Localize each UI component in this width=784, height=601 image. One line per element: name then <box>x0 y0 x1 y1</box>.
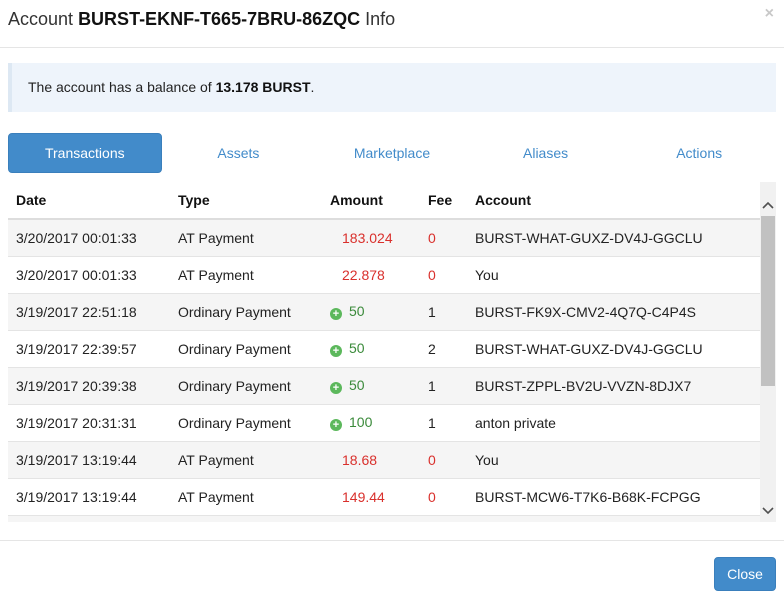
balance-amount: 13.178 BURST <box>215 79 311 95</box>
cell-fee: 1 <box>420 403 467 441</box>
tab-actions[interactable]: Actions <box>622 133 776 173</box>
cell-date: 3/19/2017 13:19:44 <box>8 440 170 478</box>
balance-text-prefix: The account has a balance of <box>28 79 212 95</box>
plus-circle-icon: + <box>330 345 342 357</box>
chevron-up-icon[interactable] <box>760 198 776 214</box>
title-suffix: Info <box>365 9 396 29</box>
tab-bar: Transactions Assets Marketplace Aliases … <box>8 133 776 173</box>
cell-amount: 18.68 <box>322 440 420 478</box>
cell-date: 3/19/2017 20:39:38 <box>8 366 170 404</box>
modal-header: Account BURST-EKNF-T665-7BRU-86ZQC Info … <box>0 0 784 48</box>
amount-value: 183.024 <box>342 229 393 246</box>
cell-amount: +50 <box>322 514 420 522</box>
cell-account: BURST-WHAT-GUXZ-DV4J-GGCLU <box>467 329 760 367</box>
cell-type: AT Payment <box>170 218 322 256</box>
tab-marketplace[interactable]: Marketplace <box>315 133 469 173</box>
amount-value: 50 <box>349 377 365 393</box>
table-row: 3/19/2017 22:51:18 Ordinary Payment +50 1 BU… <box>8 292 760 330</box>
modal-footer: Close <box>0 540 784 601</box>
account-info-modal: Account BURST-EKNF-T665-7BRU-86ZQC Info … <box>0 0 784 601</box>
table-row: 3/19/2017 20:31:31 Ordinary Payment +100 1 a… <box>8 403 760 441</box>
cell-date: 3/19/2017 22:39:57 <box>8 329 170 367</box>
close-button[interactable]: Close <box>714 557 776 591</box>
close-icon[interactable]: × <box>765 6 774 22</box>
cell-amount: 149.44 <box>322 477 420 515</box>
cell-account: BURST-FK9X-CMV2-4Q7Q-C4P4S <box>467 292 760 330</box>
cell-type: Ordinary Payment <box>170 403 322 441</box>
cell-amount: +100 <box>322 403 420 441</box>
cell-amount: +50 <box>322 292 420 330</box>
balance-text-suffix: . <box>310 79 315 95</box>
cell-account: BURST-MCW6-T7K6-B68K-FCPGG <box>467 477 760 515</box>
table-row: 3/19/2017 20:39:38 Ordinary Payment +50 1 BU… <box>8 366 760 404</box>
plus-circle-icon: + <box>330 382 342 394</box>
cell-amount: +50 <box>322 366 420 404</box>
tab-aliases[interactable]: Aliases <box>469 133 623 173</box>
account-id: BURST-EKNF-T665-7BRU-86ZQC <box>78 9 361 29</box>
cell-fee: 1 <box>420 366 467 404</box>
cell-type: AT Payment <box>170 255 322 293</box>
modal-title: Account BURST-EKNF-T665-7BRU-86ZQC Info <box>8 9 784 30</box>
cell-fee: 2 <box>420 329 467 367</box>
cell-account: You <box>467 440 760 478</box>
cell-type: Ordinary Payment <box>170 514 322 522</box>
table-row: 3/19/2017 13:19:44 AT Payment 18.68 0 You <box>8 440 760 478</box>
cell-fee: 0 <box>420 218 467 256</box>
chevron-down-icon[interactable] <box>760 502 776 518</box>
transactions-table: Date Type Amount Fee Account 3/20/2017 0… <box>8 182 760 522</box>
amount-value: 22.878 <box>342 266 385 283</box>
amount-value: 100 <box>349 414 373 430</box>
column-header-account: Account <box>467 182 760 220</box>
table-row: 3/19/2017 13:19:44 AT Payment 149.44 0 BURST… <box>8 477 760 515</box>
cell-date: 3/20/2017 00:01:33 <box>8 218 170 256</box>
cell-account: anton private <box>467 403 760 441</box>
table-header-row: Date Type Amount Fee Account <box>8 182 760 220</box>
cell-amount: 22.878 <box>322 255 420 293</box>
tab-transactions[interactable]: Transactions <box>8 133 162 173</box>
cell-type: AT Payment <box>170 477 322 515</box>
cell-date: 3/20/2017 00:01:33 <box>8 255 170 293</box>
cell-fee: 1 <box>420 514 467 522</box>
table-row: 3/19/2017 10:14:59Ordinary Payment+501an… <box>8 514 760 522</box>
cell-account: BURST-WHAT-GUXZ-DV4J-GGCLU <box>467 218 760 256</box>
column-header-amount: Amount <box>322 182 420 220</box>
cell-amount: +50 <box>322 329 420 367</box>
column-header-fee: Fee <box>420 182 467 220</box>
cell-account: BURST-ZPPL-BV2U-VVZN-8DJX7 <box>467 366 760 404</box>
cell-fee: 1 <box>420 292 467 330</box>
cell-fee: 0 <box>420 477 467 515</box>
transactions-table-body: 3/20/2017 00:01:33 AT Payment 183.024 0 BURS… <box>8 218 760 522</box>
cell-fee: 0 <box>420 440 467 478</box>
table-row: 3/20/2017 00:01:33 AT Payment 183.024 0 BURS… <box>8 218 760 256</box>
table-row: 3/20/2017 00:01:33 AT Payment 22.878 0 You <box>8 255 760 293</box>
column-header-type: Type <box>170 182 322 220</box>
amount-value: 149.44 <box>342 488 385 505</box>
cell-date: 3/19/2017 10:14:59 <box>8 514 170 522</box>
table-row: 3/19/2017 22:39:57 Ordinary Payment +50 2 BU… <box>8 329 760 367</box>
amount-value: 50 <box>349 303 365 319</box>
cell-date: 3/19/2017 20:31:31 <box>8 403 170 441</box>
cell-amount: 183.024 <box>322 218 420 256</box>
cell-account: You <box>467 255 760 293</box>
plus-circle-icon: + <box>330 419 342 431</box>
cell-type: Ordinary Payment <box>170 366 322 404</box>
cell-date: 3/19/2017 13:19:44 <box>8 477 170 515</box>
cell-type: Ordinary Payment <box>170 329 322 367</box>
cell-account: anton private <box>467 514 760 522</box>
transactions-table-container: Date Type Amount Fee Account 3/20/2017 0… <box>8 182 776 522</box>
column-header-date: Date <box>8 182 170 220</box>
cell-type: Ordinary Payment <box>170 292 322 330</box>
cell-type: AT Payment <box>170 440 322 478</box>
balance-alert: The account has a balance of 13.178 BURS… <box>8 63 776 112</box>
scrollbar-thumb[interactable] <box>761 216 775 386</box>
title-prefix: Account <box>8 9 74 29</box>
cell-fee: 0 <box>420 255 467 293</box>
table-scrollbar[interactable] <box>760 182 776 522</box>
tab-assets[interactable]: Assets <box>162 133 316 173</box>
amount-value: 18.68 <box>342 451 378 468</box>
amount-value: 50 <box>349 340 365 356</box>
plus-circle-icon: + <box>330 308 342 320</box>
cell-date: 3/19/2017 22:51:18 <box>8 292 170 330</box>
